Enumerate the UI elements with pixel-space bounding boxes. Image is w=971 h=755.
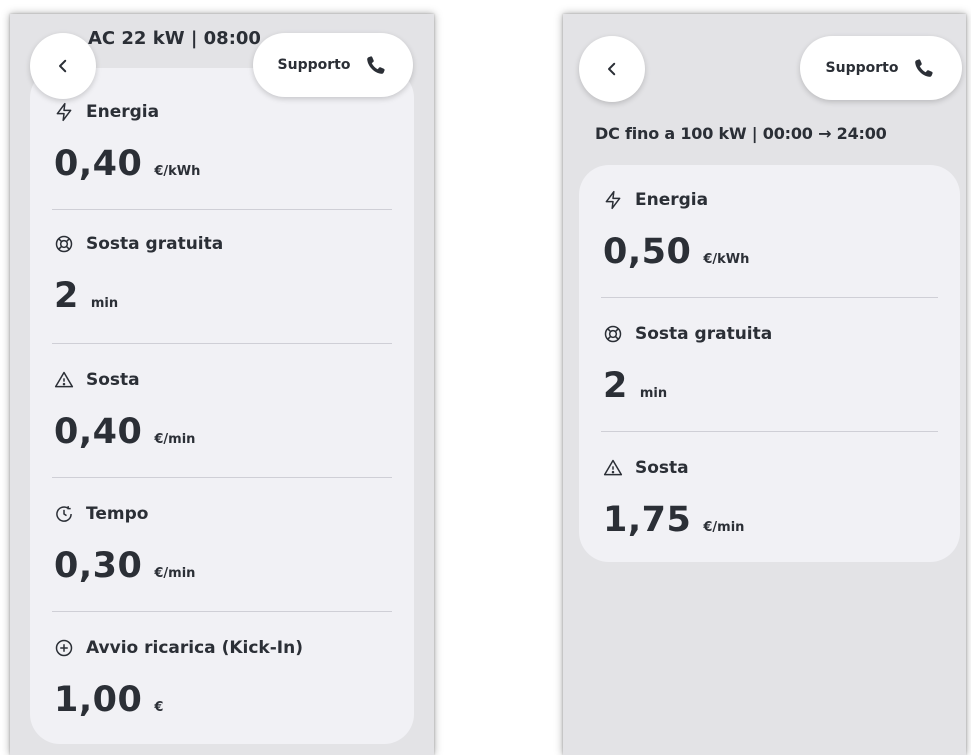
- section-sosta-gratuita: Sosta gratuita 2 min: [579, 298, 960, 431]
- support-button[interactable]: Supporto: [800, 36, 962, 100]
- price-value: 0,50: [603, 232, 692, 272]
- section-sosta-gratuita: Sosta gratuita 2 min: [30, 210, 414, 343]
- price-value: 2: [54, 276, 79, 316]
- price-unit: €: [154, 700, 164, 715]
- price-value: 0,30: [54, 546, 143, 586]
- chevron-left-icon: [54, 57, 72, 75]
- warning-icon: [603, 458, 623, 478]
- price-unit: min: [639, 386, 668, 401]
- price-unit: €/min: [703, 520, 745, 535]
- section-label: Sosta gratuita: [635, 324, 773, 344]
- tariff-title: DC fino a 100 kW | 00:00 → 24:00: [595, 124, 887, 143]
- warning-icon: [54, 370, 74, 390]
- clock-icon: [54, 504, 74, 524]
- chevron-left-icon: [603, 60, 621, 78]
- support-label: Supporto: [277, 57, 351, 73]
- price-value: 0,40: [54, 144, 143, 184]
- price-unit: €/kWh: [154, 164, 201, 179]
- section-kick-in: Avvio ricarica (Kick-In) 1,00 €: [30, 612, 414, 745]
- section-energia: Energia 0,50 €/kWh: [579, 165, 960, 297]
- price-value: 2: [603, 366, 628, 406]
- tariff-title: AC 22 kW | 08:00: [88, 28, 261, 49]
- section-label: Sosta: [86, 370, 140, 390]
- section-tempo: Tempo 0,30 €/min: [30, 478, 414, 611]
- back-button[interactable]: [30, 33, 96, 99]
- bolt-icon: [603, 190, 623, 210]
- section-sosta: Sosta 1,75 €/min: [579, 432, 960, 565]
- price-unit: min: [90, 296, 119, 311]
- section-label: Avvio ricarica (Kick-In): [86, 638, 303, 658]
- section-label: Tempo: [86, 504, 149, 524]
- tariff-card: Energia 0,40 €/kWh Sosta gratuita 2 min: [30, 68, 414, 744]
- lifebuoy-icon: [603, 324, 623, 344]
- section-label: Energia: [635, 190, 709, 210]
- price-unit: €/min: [154, 566, 196, 581]
- price-value: 1,00: [54, 680, 143, 720]
- lifebuoy-icon: [54, 234, 74, 254]
- left-phone-screen: AC 22 kW | 08:00 Energia 0,40 €/kWh Sost…: [10, 14, 434, 755]
- section-sosta: Sosta 0,40 €/min: [30, 344, 414, 477]
- back-button[interactable]: [579, 36, 645, 102]
- support-label: Supporto: [825, 60, 899, 76]
- bolt-icon: [54, 102, 74, 122]
- section-label: Sosta: [635, 458, 689, 478]
- plus-circle-icon: [54, 638, 74, 658]
- price-unit: €/min: [154, 432, 196, 447]
- phone-icon: [364, 53, 388, 77]
- section-label: Sosta gratuita: [86, 234, 224, 254]
- section-label: Energia: [86, 102, 160, 122]
- tariff-card: Energia 0,50 €/kWh Sosta gratuita 2 min: [579, 165, 960, 562]
- right-phone-screen: Supporto DC fino a 100 kW | 00:00 → 24:0…: [563, 14, 966, 755]
- phone-icon: [912, 56, 936, 80]
- price-value: 1,75: [603, 500, 692, 540]
- support-button[interactable]: Supporto: [253, 33, 413, 97]
- price-unit: €/kWh: [703, 252, 750, 267]
- price-value: 0,40: [54, 412, 143, 452]
